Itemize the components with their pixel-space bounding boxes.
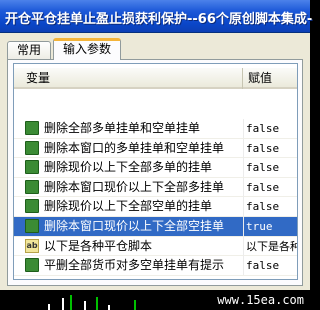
window-titlebar[interactable]: 开仓平仓挂单止盈止损获利保护--66个原创脚本集成- — [0, 0, 313, 33]
param-name: 平删全部货币对多空单挂单有提示 — [44, 258, 225, 273]
param-value[interactable]: true — [246, 217, 297, 236]
table-row[interactable]: 平删全部货币对多空单挂单有提示 false — [14, 256, 297, 276]
param-name: 删除本窗口现价以上下全部空挂单 — [44, 218, 225, 233]
string-icon: ab — [25, 238, 39, 253]
table-header: 变量 赋值 — [14, 68, 297, 89]
column-divider — [243, 138, 244, 158]
param-value[interactable]: false — [246, 197, 297, 216]
chart-candle — [48, 304, 50, 310]
bool-icon — [25, 179, 39, 194]
bool-icon — [25, 218, 39, 233]
chart-candle — [134, 300, 136, 310]
param-value[interactable]: 以下是各种平 — [246, 237, 297, 256]
chart-candle — [108, 305, 110, 310]
table-row[interactable]: 删除本窗口现价以上下全部多挂单 false — [14, 177, 297, 198]
chart-candle — [70, 295, 72, 310]
column-divider — [243, 256, 244, 276]
chart-candle — [84, 301, 86, 310]
column-header-value[interactable]: 赋值 — [244, 68, 297, 89]
watermark-text: www.15ea.com — [217, 293, 304, 307]
column-divider — [243, 158, 244, 178]
param-name: 删除全部多单挂单和空单挂单 — [44, 121, 201, 135]
param-value[interactable]: false — [246, 119, 297, 138]
param-value[interactable]: false — [246, 256, 297, 275]
parameters-table: 变量 赋值 删除全部多单挂单和空单挂单 false 删除本窗口的多单挂单和空单挂… — [13, 63, 298, 280]
param-name: 删除现价以上下全部空单的挂单 — [44, 199, 213, 214]
column-divider — [243, 216, 244, 236]
column-divider — [243, 177, 244, 197]
bool-icon — [25, 121, 39, 135]
column-divider — [243, 236, 244, 256]
param-value[interactable]: false — [246, 158, 297, 177]
param-name: 以下是各种平仓脚本 — [44, 238, 153, 253]
tab-inputs[interactable]: 输入参数 — [53, 38, 121, 60]
column-divider — [243, 119, 244, 138]
table-row[interactable]: ab 以下是各种平仓脚本 以下是各种平 — [14, 236, 297, 257]
chart-candle — [62, 298, 64, 310]
dialog-body: 常用 输入参数 变量 赋值 删除全部多单挂单和空单挂单 false 删除本窗口的… — [0, 33, 310, 290]
tab-general[interactable]: 常用 — [7, 41, 51, 59]
table-row-selected[interactable]: 删除本窗口现价以上下全部空挂单 true — [14, 216, 297, 237]
table-rows: 删除全部多单挂单和空单挂单 false 删除本窗口的多单挂单和空单挂单 fals… — [14, 119, 297, 276]
bool-icon — [25, 199, 39, 214]
param-name: 删除现价以上下全部多单的挂单 — [44, 160, 213, 175]
chart-candle — [96, 297, 98, 310]
bool-icon — [25, 258, 39, 273]
table-row[interactable]: 删除现价以上下全部多单的挂单 false — [14, 158, 297, 178]
param-value[interactable]: false — [246, 178, 297, 197]
bool-icon — [25, 160, 39, 175]
table-row[interactable]: 删除本窗口的多单挂单和空单挂单 false — [14, 138, 297, 159]
param-value[interactable]: false — [246, 139, 297, 158]
bool-icon — [25, 140, 39, 155]
param-name: 删除本窗口的多单挂单和空单挂单 — [44, 140, 225, 155]
table-row[interactable]: 删除全部多单挂单和空单挂单 false — [14, 119, 297, 139]
column-header-variable[interactable]: 变量 — [14, 68, 243, 89]
column-divider — [243, 197, 244, 217]
param-name: 删除本窗口现价以上下全部多挂单 — [44, 179, 225, 194]
window-title: 开仓平仓挂单止盈止损获利保护--66个原创脚本集成- — [5, 12, 313, 27]
chart-background-strip: www.15ea.com — [0, 290, 310, 310]
table-row[interactable]: 删除现价以上下全部空单的挂单 false — [14, 197, 297, 217]
